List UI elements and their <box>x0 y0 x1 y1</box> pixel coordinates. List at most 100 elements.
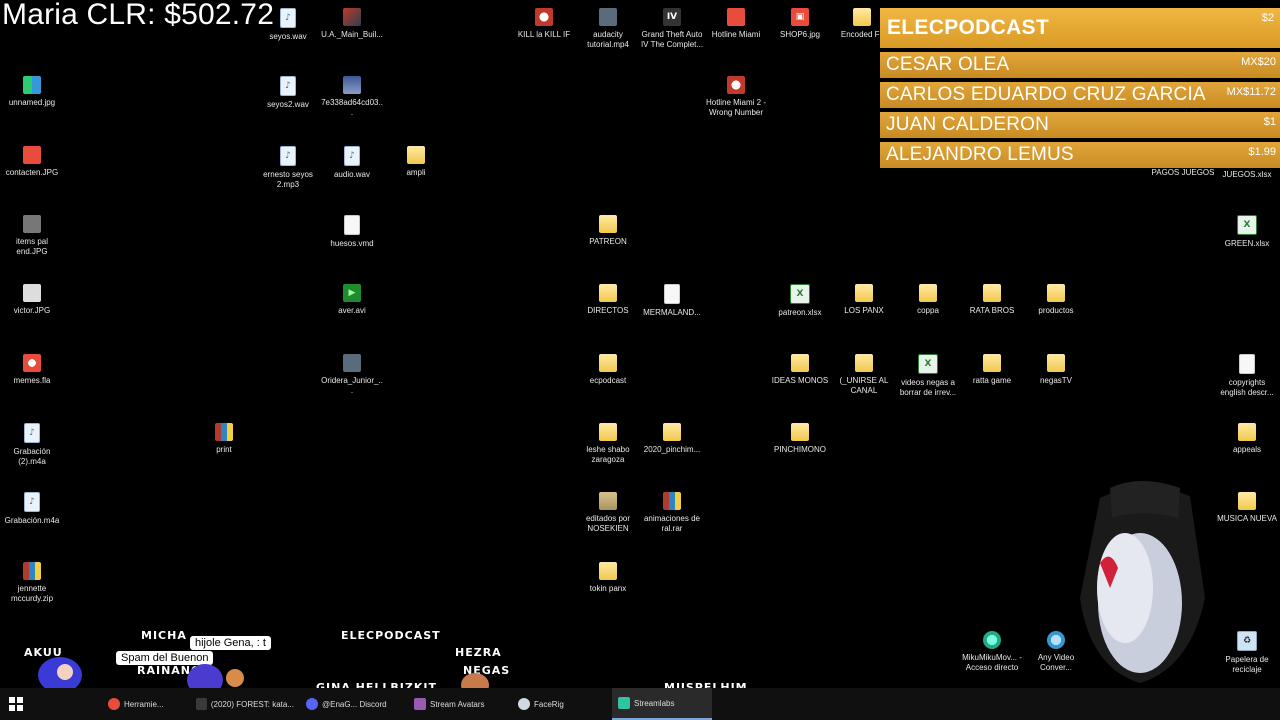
desktop-icon[interactable]: RATA BROS <box>960 280 1024 316</box>
taskbar-app-active[interactable]: Streamlabs <box>612 688 712 720</box>
archive-file-icon <box>215 423 233 441</box>
desktop-icon[interactable]: contacten.JPG <box>0 142 64 178</box>
desktop-icon[interactable]: (_UNIRSE AL CANAL <box>832 350 896 396</box>
video-file-icon <box>599 8 617 26</box>
desktop-icon[interactable]: PINCHIMONO <box>768 419 832 455</box>
folder-icon <box>599 423 617 441</box>
folder-icon <box>599 492 617 510</box>
donation-header: ELECPODCAST $2 <box>880 8 1280 48</box>
taskbar-app[interactable]: Herramie... <box>102 688 190 720</box>
image-file-icon: ▣ <box>791 8 809 26</box>
desktop-icon[interactable]: LOS PANX <box>832 280 896 316</box>
folder-icon <box>853 8 871 26</box>
desktop-icon[interactable]: victor.JPG <box>0 280 64 316</box>
desktop-icon[interactable]: ▶ aver.avi <box>320 280 384 316</box>
donation-header-amount: $2 <box>1261 12 1274 24</box>
facerig-icon <box>518 698 530 710</box>
sprite-face <box>57 664 73 680</box>
desktop-icon[interactable]: Hotline Miami <box>704 4 768 40</box>
image-file-icon <box>23 146 41 164</box>
flash-file-icon <box>23 354 41 372</box>
desktop-icon[interactable]: editados por NOSEKIEN <box>576 488 640 534</box>
taskbar-app[interactable]: @EnaG... Discord <box>300 688 408 720</box>
folder-icon <box>599 354 617 372</box>
desktop-icon[interactable]: tokin panx <box>576 558 640 594</box>
desktop-icon[interactable]: Oridera_Junior_... <box>320 350 384 396</box>
folder-icon <box>919 284 937 302</box>
desktop-icon[interactable]: MERMALAND... <box>640 280 704 318</box>
desktop-icon[interactable]: print <box>192 419 256 455</box>
desktop-icon[interactable]: coppa <box>896 280 960 316</box>
donor-amount: $1 <box>1263 116 1276 128</box>
desktop-icon[interactable]: ♪ Grabación (2).m4a <box>0 419 64 467</box>
logo-pane-bottom-right <box>17 705 23 711</box>
sprite-face <box>226 669 244 687</box>
logo-pane-bottom-left <box>9 705 15 711</box>
folder-icon <box>855 284 873 302</box>
vtuber-avatar <box>1080 481 1205 683</box>
folder-icon <box>599 284 617 302</box>
desktop-icon[interactable]: X videos negas a borrar de irrev... <box>896 350 960 398</box>
logo-pane-top-right <box>17 697 23 703</box>
image-file-icon <box>23 215 41 233</box>
desktop-icon[interactable]: X patreon.xlsx <box>768 280 832 318</box>
desktop-icon[interactable]: IDEAS MONOS <box>768 350 832 386</box>
desktop-icon[interactable]: U.A._Main_Buil... <box>320 4 384 40</box>
taskbar-app[interactable]: (2020) FOREST: kata... <box>190 688 300 720</box>
desktop-icon[interactable]: ♪ seyos2.wav <box>256 72 320 110</box>
desktop-icon[interactable]: unnamed.jpg <box>0 72 64 108</box>
desktop-icon[interactable]: jennette mccurdy.zip <box>0 558 64 604</box>
donation-row: ALEJANDRO LEMUS $1.99 <box>880 142 1280 168</box>
desktop-icon[interactable]: 7e338ad64cd03... <box>320 72 384 118</box>
donation-row: JUAN CALDERON $1 <box>880 112 1280 138</box>
desktop-icon[interactable]: animaciones de ral.rar <box>640 488 704 534</box>
folder-icon <box>1047 284 1065 302</box>
desktop-icon[interactable]: PATREON <box>576 211 640 247</box>
excel-file-icon: X <box>790 284 810 304</box>
hotline-miami-shortcut-icon <box>727 8 745 26</box>
desktop-icon[interactable]: ampli <box>384 142 448 178</box>
desktop-icon[interactable]: audacity tutorial.mp4 <box>576 4 640 50</box>
desktop-icon[interactable]: 2020_pinchim... <box>640 419 704 455</box>
desktop-icon[interactable]: ratta game <box>960 350 1024 386</box>
excel-file-icon: X <box>918 354 938 374</box>
desktop-icon[interactable]: DIRECTOS <box>576 280 640 316</box>
folder-icon <box>1047 354 1065 372</box>
audio-file-icon: ♪ <box>24 423 40 443</box>
folder-icon <box>599 215 617 233</box>
desktop-icon[interactable]: ecpodcast <box>576 350 640 386</box>
desktop-icon[interactable]: X GREEN.xlsx <box>1215 211 1279 249</box>
desktop-icon[interactable]: memes.fla <box>0 350 64 386</box>
desktop-icon[interactable]: ♪ ernesto seyos 2.mp3 <box>256 142 320 190</box>
desktop-icon[interactable]: negasTV <box>1024 350 1088 386</box>
desktop-icon[interactable]: ▣ SHOP6.jpg <box>768 4 832 40</box>
audio-file-icon: ♪ <box>280 146 296 166</box>
cash-counter: Maria CLR: $502.72 <box>2 0 275 31</box>
taskbar-app-label: Herramie... <box>124 699 164 709</box>
desktop-icon[interactable]: ♪ Grabación.m4a <box>0 488 64 526</box>
taskbar-app[interactable]: Stream Avatars <box>408 688 512 720</box>
excel-file-icon: X <box>1237 215 1257 235</box>
folder-icon <box>1238 423 1256 441</box>
desktop-icon[interactable]: ♪ audio.wav <box>320 142 384 180</box>
desktop-icon[interactable]: Hotline Miami 2 - Wrong Number <box>704 72 768 118</box>
desktop-icon[interactable]: huesos.vmd <box>320 211 384 249</box>
start-button[interactable] <box>0 688 32 720</box>
desktop-icon[interactable]: appeals <box>1215 419 1279 455</box>
chrome-icon <box>108 698 120 710</box>
folder-icon <box>663 423 681 441</box>
desktop-icon[interactable]: productos <box>1024 280 1088 316</box>
chat-avatar-name: MICHA <box>141 629 187 642</box>
audio-file-icon: ♪ <box>344 146 360 166</box>
taskbar-app[interactable]: FaceRig <box>512 688 612 720</box>
desktop-icon[interactable]: leshe shabo zaragoza <box>576 419 640 465</box>
desktop-icon[interactable]: copyrights english descr... <box>1215 350 1279 398</box>
folder-icon <box>407 146 425 164</box>
chat-avatar-name: HEZRA <box>455 646 502 659</box>
desktop-icon[interactable]: IV Grand Theft Auto IV The Complet... <box>640 4 704 50</box>
taskbar-app-label: FaceRig <box>534 699 564 709</box>
desktop-icon[interactable]: KILL la KILL IF <box>512 4 576 40</box>
desktop-icon[interactable]: items pal end.JPG <box>0 211 64 257</box>
donor-name: JUAN CALDERON <box>886 114 1050 135</box>
desktop-icon[interactable]: MikuMikuMov... - Acceso directo <box>960 627 1024 673</box>
